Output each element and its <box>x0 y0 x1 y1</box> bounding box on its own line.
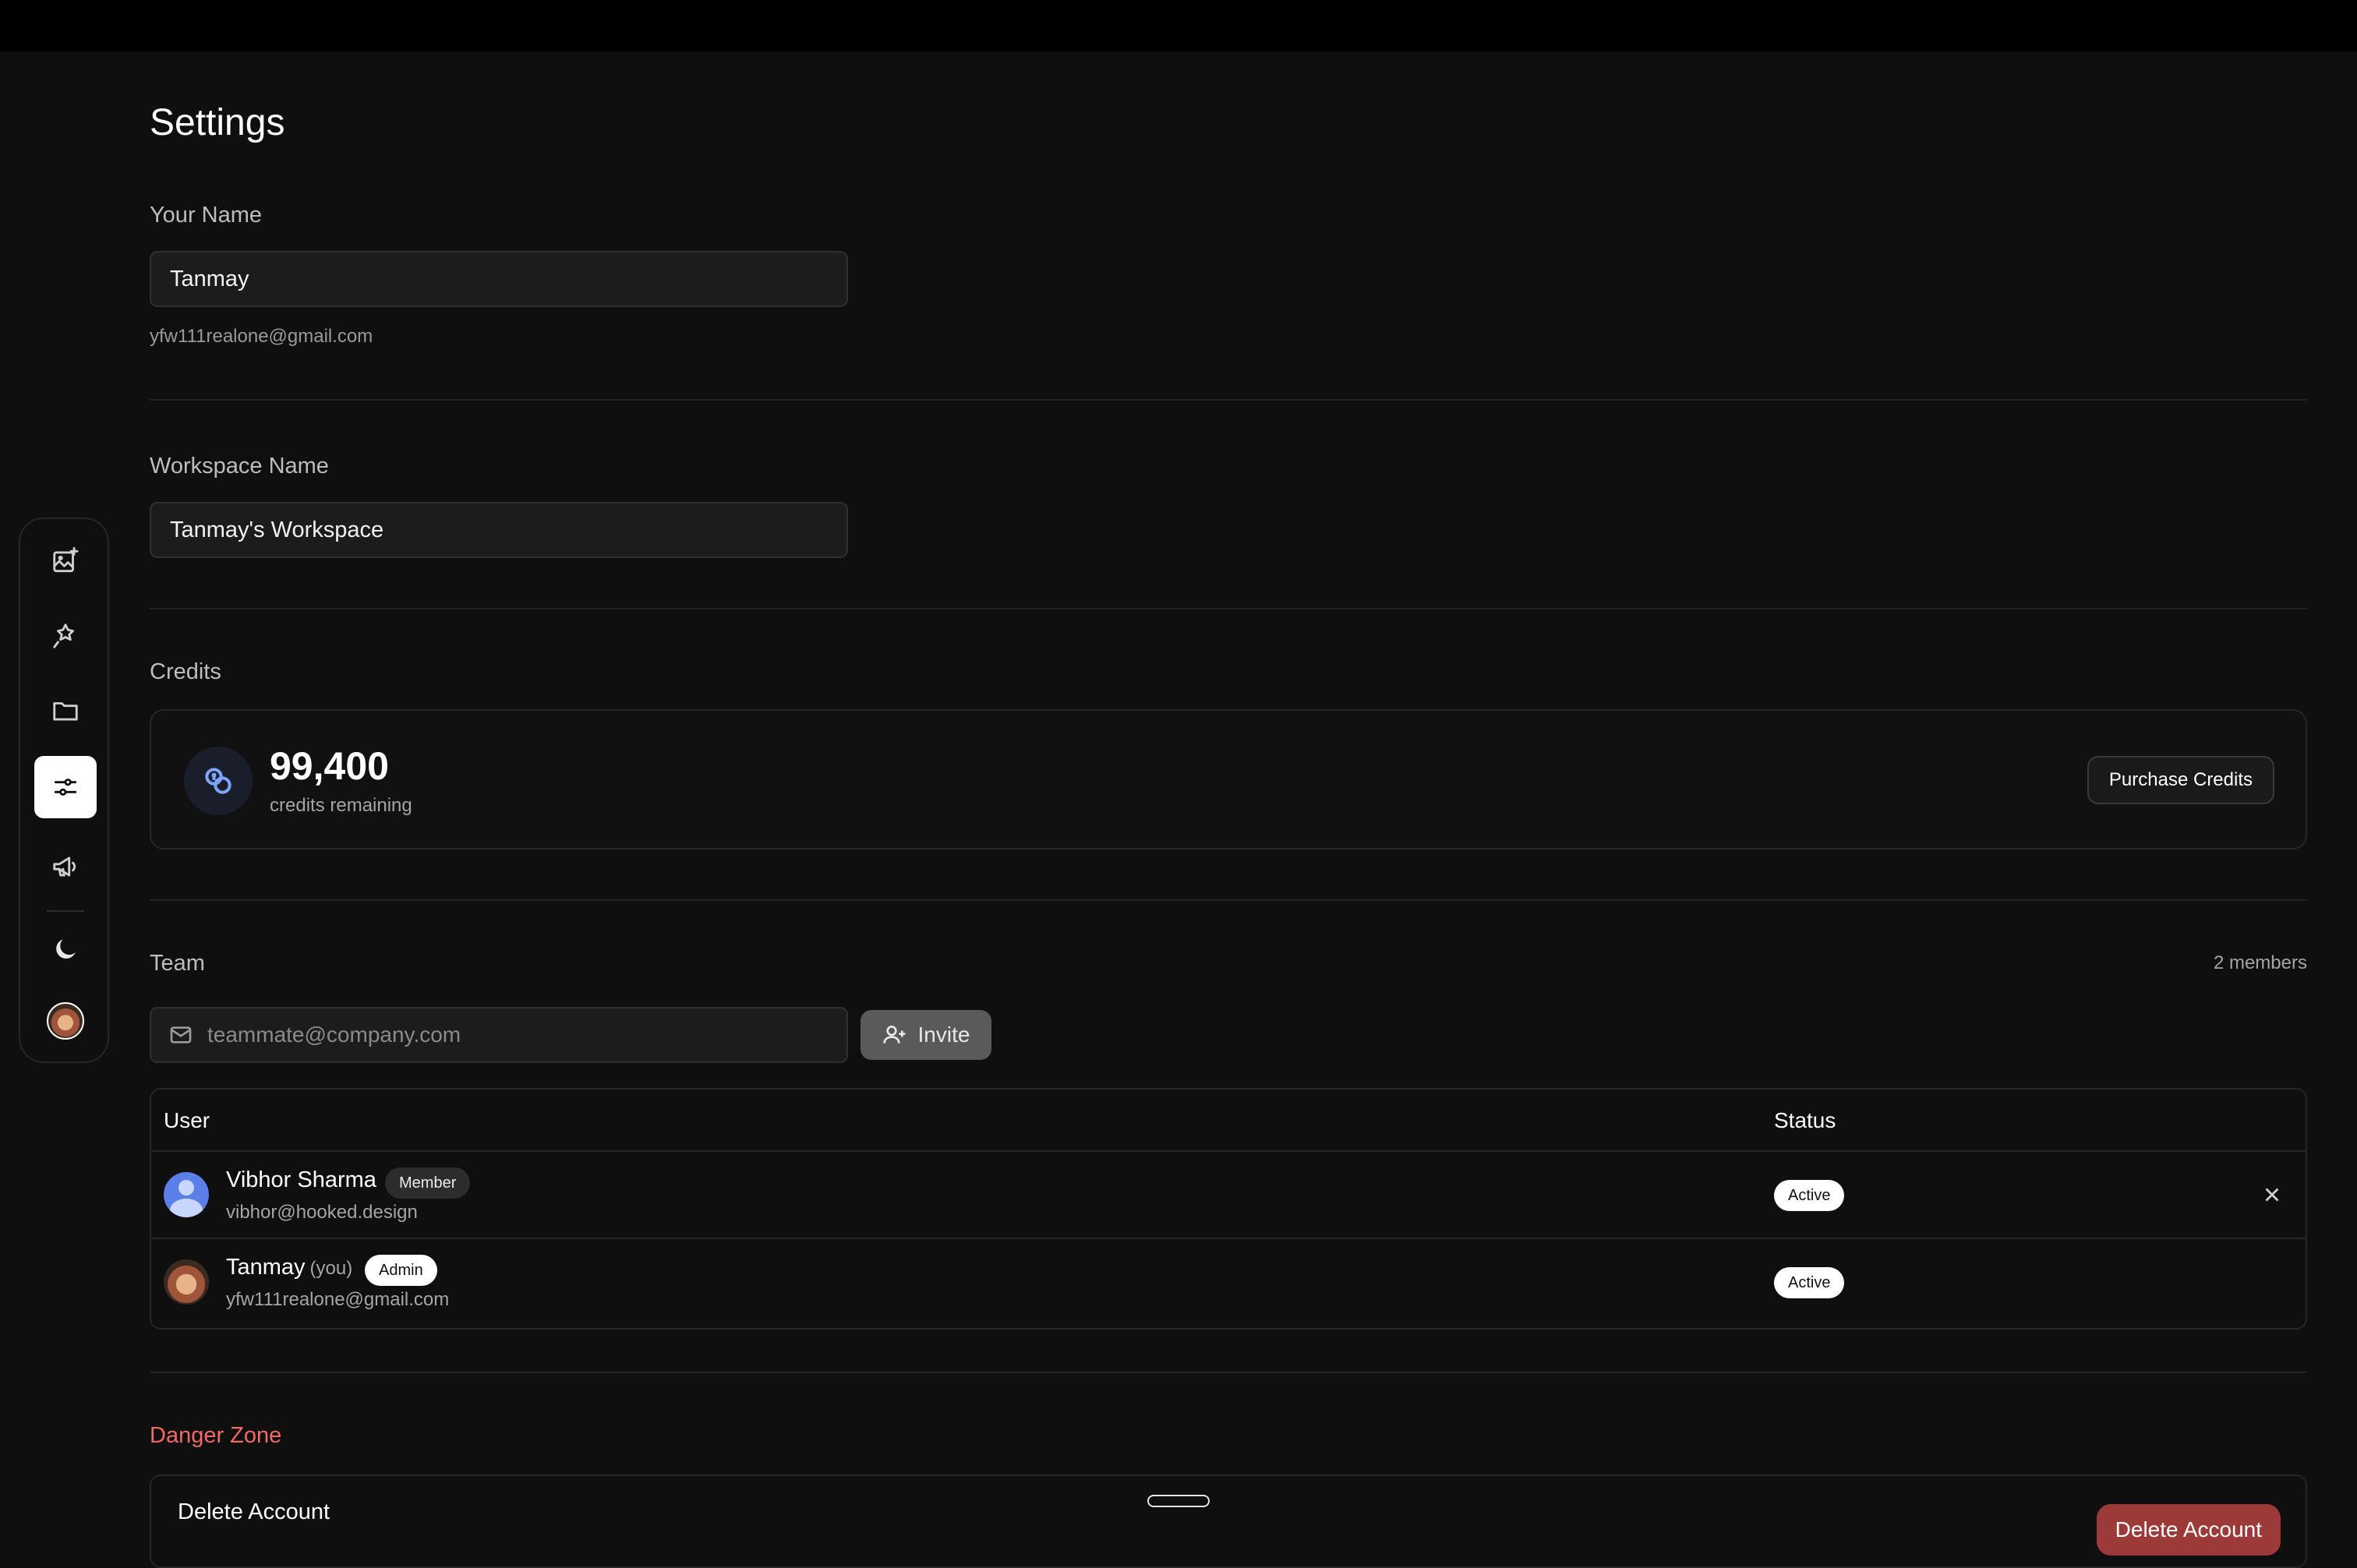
sidebar <box>19 517 109 1063</box>
sidebar-divider <box>47 910 84 912</box>
divider <box>150 608 2307 609</box>
avatar <box>164 1259 209 1305</box>
danger-zone-label: Danger Zone <box>150 1423 282 1448</box>
divider <box>150 1372 2307 1373</box>
account-email: yfw111realone@gmail.com <box>150 326 373 347</box>
sidebar-item-generate-image[interactable] <box>34 530 97 592</box>
credits-label: Credits <box>150 659 221 684</box>
invite-button-label: Invite <box>917 1022 970 1047</box>
member-email: yfw111realone@gmail.com <box>226 1289 450 1310</box>
column-header-status: Status <box>1774 1108 1836 1132</box>
sidebar-item-edit[interactable] <box>34 605 97 667</box>
settings-sliders-icon <box>54 779 77 796</box>
close-icon <box>2265 1188 2279 1202</box>
sidebar-item-library[interactable] <box>34 680 97 742</box>
page-title: Settings <box>150 102 285 143</box>
folder-icon <box>53 702 78 721</box>
divider <box>150 899 2307 901</box>
role-badge: Admin <box>365 1255 437 1286</box>
column-header-user: User <box>164 1108 210 1132</box>
scroll-handle[interactable] <box>1147 1495 1210 1507</box>
member-email: vibhor@hooked.design <box>226 1202 418 1223</box>
sidebar-item-settings[interactable] <box>34 756 97 818</box>
divider <box>150 399 2307 401</box>
member-name: Tanmay <box>226 1255 306 1280</box>
delete-account-button[interactable]: Delete Account <box>2096 1504 2281 1556</box>
member-name: Vibhor Sharma <box>226 1167 376 1192</box>
moon-icon <box>56 939 76 959</box>
invite-button[interactable]: Invite <box>860 1010 991 1060</box>
mail-icon <box>170 1026 192 1044</box>
avatar[interactable] <box>47 1002 84 1040</box>
table-row: Vibhor Sharma Member vibhor@hooked.desig… <box>151 1152 2306 1238</box>
you-tag: (you) <box>309 1258 353 1279</box>
credits-amount: 99,400 <box>270 744 389 788</box>
megaphone-icon <box>53 856 76 877</box>
member-name-row: Tanmay (you) <box>226 1255 352 1280</box>
magic-wand-icon <box>53 623 74 648</box>
members-count: 2 members <box>2213 952 2307 973</box>
top-bar <box>0 0 2357 51</box>
credits-caption: credits remaining <box>270 795 412 816</box>
status-badge: Active <box>1774 1180 1845 1211</box>
role-badge: Member <box>385 1167 471 1199</box>
your-name-label: Your Name <box>150 203 263 228</box>
danger-zone-card: Delete Account Delete Account <box>150 1474 2307 1568</box>
status-badge: Active <box>1774 1267 1845 1298</box>
coins-icon <box>184 747 253 815</box>
invite-email-field[interactable] <box>150 1007 848 1063</box>
workspace-name-label: Workspace Name <box>150 454 329 479</box>
remove-member-button[interactable] <box>2260 1183 2284 1206</box>
invite-email-input[interactable] <box>207 1022 815 1047</box>
theme-toggle[interactable] <box>34 918 97 980</box>
delete-account-label: Delete Account <box>178 1499 330 1524</box>
purchase-credits-button[interactable]: Purchase Credits <box>2087 756 2274 804</box>
image-sparkle-icon <box>53 546 79 573</box>
your-name-input[interactable]: Tanmay <box>150 251 848 307</box>
user-plus-icon <box>882 1026 905 1044</box>
team-table: User Status Vibhor Sharma Member vibhor@… <box>150 1088 2307 1330</box>
credits-card: 99,400 credits remaining Purchase Credit… <box>150 709 2307 849</box>
workspace-name-input[interactable]: Tanmay's Workspace <box>150 502 848 558</box>
sidebar-item-announcements[interactable] <box>34 835 97 898</box>
table-row: Tanmay (you) Admin yfw111realone@gmail.co… <box>151 1238 2306 1323</box>
avatar <box>164 1172 209 1217</box>
table-header: User Status <box>151 1089 2306 1152</box>
team-label: Team <box>150 951 205 976</box>
